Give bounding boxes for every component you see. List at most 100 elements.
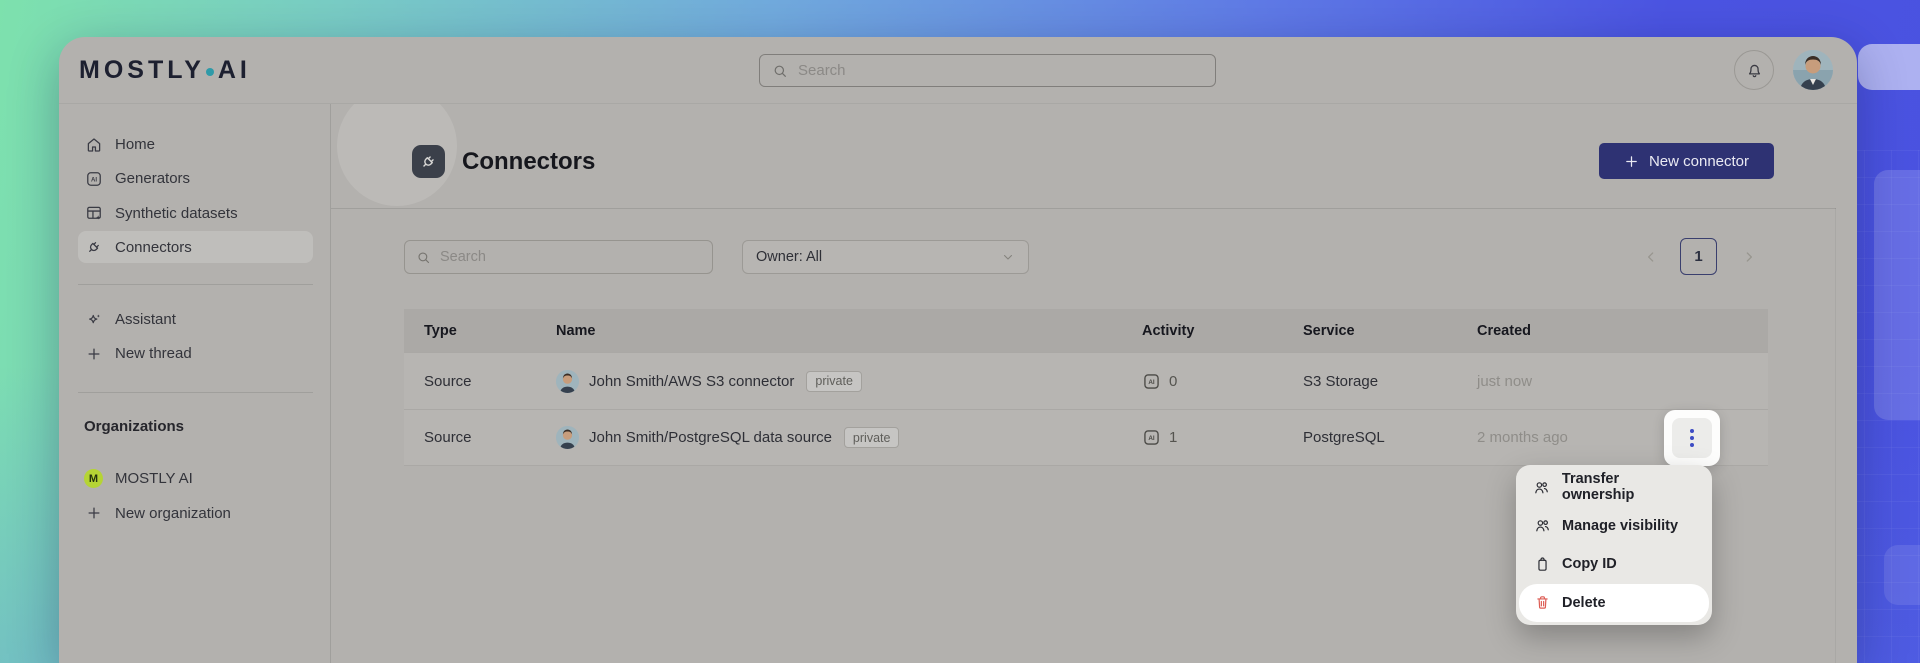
sidebar-item-label: Home [115, 136, 156, 153]
divider [331, 208, 1836, 209]
column-header-type: Type [424, 322, 457, 339]
menu-item-transfer-ownership[interactable]: Transfer ownership [1519, 468, 1709, 507]
plus-icon [84, 504, 103, 522]
chevron-right-icon [1741, 249, 1757, 265]
app-window: MOSTLY AI Search Home AI Generators Synt… [59, 37, 1857, 663]
new-connector-button[interactable]: New connector [1599, 143, 1774, 179]
topbar: MOSTLY AI [59, 37, 1857, 104]
row-name-cell: John Smith/PostgreSQL data source privat… [556, 426, 1122, 449]
plus-icon [84, 345, 103, 363]
sidebar-item-synthetic-datasets[interactable]: Synthetic datasets [78, 197, 313, 229]
prev-page-button[interactable] [1638, 244, 1664, 270]
screen: MOSTLY AI Search Home AI Generators Synt… [0, 0, 1920, 663]
column-header-name: Name [556, 322, 596, 339]
row-created: 2 months ago [1477, 429, 1568, 446]
avatar-image [1793, 50, 1833, 90]
datasets-icon [84, 204, 103, 222]
table-header: Type Name Activity Service Created [404, 309, 1768, 352]
sidebar-divider [78, 391, 313, 393]
trash-icon [1533, 594, 1551, 611]
sidebar-item-generators[interactable]: AI Generators [78, 163, 313, 195]
menu-item-delete[interactable]: Delete [1519, 583, 1709, 622]
sidebar-item-org-mostly-ai[interactable]: M MOSTLY AI [78, 463, 313, 495]
notifications-button[interactable] [1734, 50, 1774, 90]
global-search[interactable] [759, 54, 1216, 87]
svg-text:AI: AI [1148, 379, 1155, 386]
table-row[interactable]: Source John Smith/PostgreSQL data source… [404, 409, 1768, 466]
activity-count: 1 [1169, 429, 1178, 446]
org-badge-icon: M [84, 469, 103, 489]
row-actions-button[interactable] [1664, 410, 1720, 466]
clipboard-icon [1533, 556, 1551, 573]
connectors-table: Type Name Activity Service Created Sourc… [404, 309, 1768, 466]
connector-name: John Smith/AWS S3 connector [589, 372, 795, 390]
owner-filter-value: Owner: All [756, 249, 823, 265]
connectors-page-icon [412, 145, 445, 178]
sidebar-item-label: Generators [115, 170, 191, 188]
current-page-button[interactable]: 1 [1680, 238, 1717, 275]
sidebar-item-new-organization[interactable]: New organization [78, 497, 313, 529]
owner-avatar [556, 426, 579, 449]
column-header-created: Created [1477, 322, 1531, 339]
menu-item-label: Transfer ownership [1561, 471, 1635, 504]
svg-text:AI: AI [91, 177, 97, 183]
table-row[interactable]: Source John Smith/AWS S3 connector priva… [404, 352, 1768, 409]
sidebar-item-new-thread[interactable]: New thread [78, 338, 313, 370]
sidebar-item-connectors[interactable]: Connectors [78, 231, 313, 264]
menu-item-label: Manage visibility [1562, 517, 1679, 534]
row-context-menu: Transfer ownership Manage visibility Cop… [1516, 465, 1712, 625]
row-activity: AI 0 [1122, 372, 1283, 391]
page-title: Connectors [462, 147, 596, 175]
sidebar-item-label: Assistant [115, 311, 176, 329]
row-service: S3 Storage [1303, 372, 1379, 390]
owner-filter-dropdown[interactable]: Owner: All [742, 240, 1029, 274]
background-window-fragment [1858, 44, 1920, 90]
logo-word-1: MOSTLY [79, 56, 205, 84]
bell-icon [1745, 61, 1764, 80]
visibility-badge: private [843, 427, 900, 448]
sidebar-item-assistant[interactable]: Assistant [78, 304, 313, 336]
sparkle-icon [84, 311, 103, 329]
row-type: Source [424, 429, 472, 446]
user-avatar[interactable] [1793, 50, 1833, 90]
sidebar: Home AI Generators Synthetic datasets Co… [59, 104, 331, 663]
background-window-fragment [1884, 545, 1920, 605]
background-window-fragment [1874, 170, 1920, 420]
column-header-activity: Activity [1142, 322, 1195, 339]
menu-item-label: Delete [1562, 594, 1606, 611]
content-gutter-line [1835, 208, 1836, 663]
sidebar-item-label: MOSTLY AI [115, 470, 193, 488]
search-icon [416, 250, 431, 265]
menu-item-copy-id[interactable]: Copy ID [1519, 545, 1709, 584]
plug-icon [84, 238, 103, 256]
organizations-heading: Organizations [84, 417, 185, 435]
users-icon [1533, 517, 1551, 534]
global-search-input[interactable] [798, 62, 1203, 79]
row-name-cell: John Smith/AWS S3 connector private [556, 369, 1122, 393]
svg-text:AI: AI [1148, 435, 1155, 442]
users-icon [1533, 479, 1551, 496]
menu-item-manage-visibility[interactable]: Manage visibility [1519, 507, 1709, 546]
home-icon [84, 136, 103, 154]
new-connector-button-label: New connector [1648, 152, 1750, 170]
logo-word-2: AI [217, 56, 251, 84]
menu-item-label: Copy ID [1562, 556, 1617, 573]
table-search-input[interactable] [440, 249, 701, 265]
activity-count: 0 [1169, 372, 1178, 390]
row-type: Source [424, 372, 472, 390]
row-service: PostgreSQL [1303, 429, 1385, 446]
chevron-down-icon [1001, 250, 1015, 264]
sidebar-item-label: Connectors [115, 238, 192, 256]
connector-name: John Smith/PostgreSQL data source [589, 429, 832, 446]
plus-icon [1624, 154, 1639, 169]
next-page-button[interactable] [1736, 244, 1762, 270]
main-content: Connectors New connector Owner: All [331, 104, 1857, 663]
sidebar-item-home[interactable]: Home [78, 129, 313, 161]
generators-icon: AI [1142, 428, 1161, 447]
sidebar-item-label: New organization [115, 504, 231, 522]
sidebar-divider [78, 284, 313, 285]
table-search[interactable] [404, 240, 713, 274]
row-activity: AI 1 [1122, 428, 1283, 447]
app-logo: MOSTLY AI [79, 37, 251, 104]
visibility-badge: private [806, 370, 862, 392]
